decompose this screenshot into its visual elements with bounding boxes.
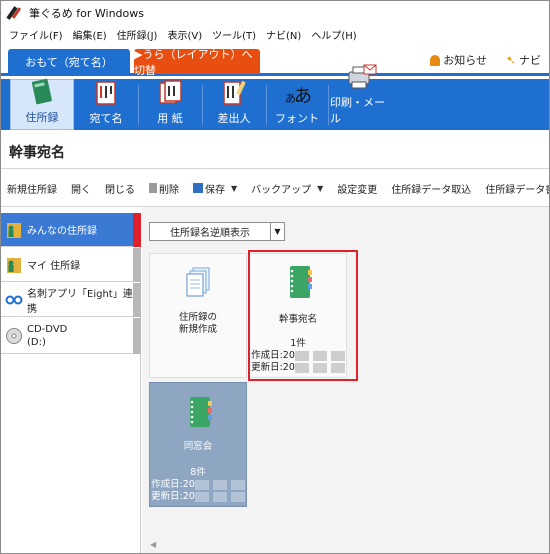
backup-button[interactable]: バックアップ ▼ xyxy=(251,181,323,196)
ribbon-paper-button[interactable]: 用 紙 xyxy=(140,79,200,130)
card-created: 作成日:20 xyxy=(151,479,195,490)
export-data-button[interactable]: 住所録データ書出 xyxy=(485,181,549,196)
trash-icon xyxy=(149,183,157,193)
window-title: 筆ぐるめ for Windows xyxy=(29,7,145,20)
delete-label: 削除 xyxy=(159,184,179,196)
documents-stack-icon xyxy=(186,267,210,297)
sidebar: みんなの住所録 マイ 住所録 名刺アプリ「Eight」連携 CD-DVD (D:… xyxy=(1,213,141,553)
ribbon-sender-button[interactable]: 差出人 xyxy=(204,79,264,130)
my-folder-icon xyxy=(5,255,23,275)
menu-bar: ファイル(F) 編集(E) 住所録(J) 表示(V) ツール(T) ナビ(N) … xyxy=(1,25,549,43)
sidebar-item-my[interactable]: マイ 住所録 xyxy=(1,248,141,282)
sidebar-item-sublabel: (D:) xyxy=(27,336,46,348)
eight-app-icon xyxy=(5,290,23,310)
menu-edit[interactable]: 編集(E) xyxy=(68,27,112,42)
card-title: 同窓会 xyxy=(183,441,213,452)
new-address-book-button[interactable]: 新規住所録 xyxy=(7,181,57,196)
import-data-button[interactable]: 住所録データ取込 xyxy=(391,181,471,196)
app-brush-icon xyxy=(6,6,23,20)
address-book-icon xyxy=(27,77,57,107)
news-link[interactable]: お知らせ xyxy=(430,52,487,68)
menu-view[interactable]: 表示(V) xyxy=(162,27,207,42)
ribbon-label: 印刷・メール xyxy=(330,96,385,125)
menu-help[interactable]: ヘルプ(H) xyxy=(306,27,361,42)
horizontal-scrollbar[interactable]: ◀ xyxy=(146,540,546,550)
font-icon: ああ xyxy=(282,78,312,108)
ribbon-label: フォント xyxy=(275,112,319,125)
sidebar-item-label: みんなの住所録 xyxy=(27,226,97,237)
news-label: お知らせ xyxy=(443,54,487,67)
print-mail-icon xyxy=(347,62,377,92)
title-bar: 筆ぐるめ for Windows xyxy=(1,1,549,25)
ribbon-label: 差出人 xyxy=(217,112,251,125)
floppy-save-icon xyxy=(193,183,203,193)
tab-front-address[interactable]: おもて（宛て名） xyxy=(8,49,130,74)
cd-dvd-icon xyxy=(5,326,23,346)
settings-change-button[interactable]: 設定変更 xyxy=(337,181,377,196)
ribbon-print-mail-button[interactable]: 印刷・メール xyxy=(330,64,394,130)
chevron-down-icon[interactable]: ▼ xyxy=(270,223,284,240)
blurred-date xyxy=(194,491,245,502)
svg-text:あ: あ xyxy=(294,86,312,107)
menu-navi[interactable]: ナビ(N) xyxy=(261,27,306,42)
ribbon: 住所録 宛て名 用 紙 差出人 ああ フォント 印刷・メール xyxy=(1,64,549,130)
scroll-left-icon[interactable]: ◀ xyxy=(150,540,156,549)
sidebar-item-cd-dvd[interactable]: CD-DVD (D:) xyxy=(1,318,141,354)
card-updated-row: 更新日:20 xyxy=(150,491,246,503)
cd-dvd-labels: CD-DVD (D:) xyxy=(27,323,67,349)
save-label: 保存 xyxy=(205,184,225,196)
menu-tools[interactable]: ツール(T) xyxy=(207,27,261,42)
new-address-book-card[interactable]: 住所録の 新規作成 xyxy=(149,253,247,378)
navi-label: ナビ xyxy=(519,54,541,67)
save-button[interactable]: 保存 ▼ xyxy=(193,181,237,196)
card-count: 8件 xyxy=(190,467,206,478)
mode-tab-row: おもて（宛て名） ▶うら（レイアウト）へ切替 お知らせ ➷ ナビ xyxy=(1,43,549,77)
save-dropdown-icon[interactable]: ▼ xyxy=(231,184,237,193)
ribbon-address-book-button[interactable]: 住所録 xyxy=(10,77,74,130)
ribbon-label: 用 紙 xyxy=(157,112,183,125)
ribbon-font-button[interactable]: ああ フォント xyxy=(268,79,326,130)
tab-switch-back-layout[interactable]: ▶うら（レイアウト）へ切替 xyxy=(134,48,260,77)
address-book-card-dosokai[interactable]: 同窓会 8件 作成日:20 更新日:20 xyxy=(149,382,247,507)
navi-link[interactable]: ➷ ナビ xyxy=(506,52,541,68)
sidebar-item-label: CD-DVD xyxy=(27,323,68,335)
sidebar-item-shared[interactable]: みんなの住所録 xyxy=(1,213,141,247)
card-created-row: 作成日:20 xyxy=(150,479,246,491)
sidebar-item-label: 名刺アプリ「Eight」連携 xyxy=(27,288,133,315)
sort-dropdown-value: 住所録名逆順表示 xyxy=(170,228,250,239)
card-updated: 更新日:20 xyxy=(151,491,195,502)
backup-label: バックアップ xyxy=(251,184,312,196)
app-window: 筆ぐるめ for Windows ファイル(F) 編集(E) 住所録(J) 表示… xyxy=(0,0,550,554)
sender-icon xyxy=(219,78,249,108)
close-button[interactable]: 閉じる xyxy=(105,181,135,196)
paper-icon xyxy=(155,78,185,108)
address-label-icon xyxy=(91,78,121,108)
sidebar-item-eight[interactable]: 名刺アプリ「Eight」連携 xyxy=(1,283,141,317)
sidebar-item-label: マイ 住所録 xyxy=(27,261,81,272)
sort-dropdown[interactable]: 住所録名逆順表示 ▼ xyxy=(149,222,285,241)
menu-file[interactable]: ファイル(F) xyxy=(4,27,68,42)
delete-button[interactable]: 削除 xyxy=(149,181,179,196)
highlight-box xyxy=(248,250,358,381)
bell-icon xyxy=(430,54,441,66)
menu-address-book[interactable]: 住所録(J) xyxy=(112,27,163,42)
ribbon-label: 宛て名 xyxy=(89,112,123,125)
card-label-line2: 新規作成 xyxy=(178,324,217,335)
ribbon-address-button[interactable]: 宛て名 xyxy=(76,79,136,130)
ribbon-label: 住所録 xyxy=(25,111,59,124)
selection-marker xyxy=(133,213,141,247)
card-label-line1: 住所録の xyxy=(178,312,217,323)
page-title: 幹事宛名 xyxy=(9,145,65,161)
backup-dropdown-icon[interactable]: ▼ xyxy=(317,184,323,193)
open-button[interactable]: 開く xyxy=(71,181,91,196)
toolbar: 新規住所録 開く 閉じる 削除 保存 ▼ バックアップ ▼ 設定変更 住所録デー… xyxy=(1,177,549,199)
navi-pointer-icon: ➷ xyxy=(505,53,516,67)
shared-folder-icon xyxy=(5,220,23,240)
green-notebook-icon xyxy=(190,397,212,427)
blurred-date xyxy=(194,479,245,490)
